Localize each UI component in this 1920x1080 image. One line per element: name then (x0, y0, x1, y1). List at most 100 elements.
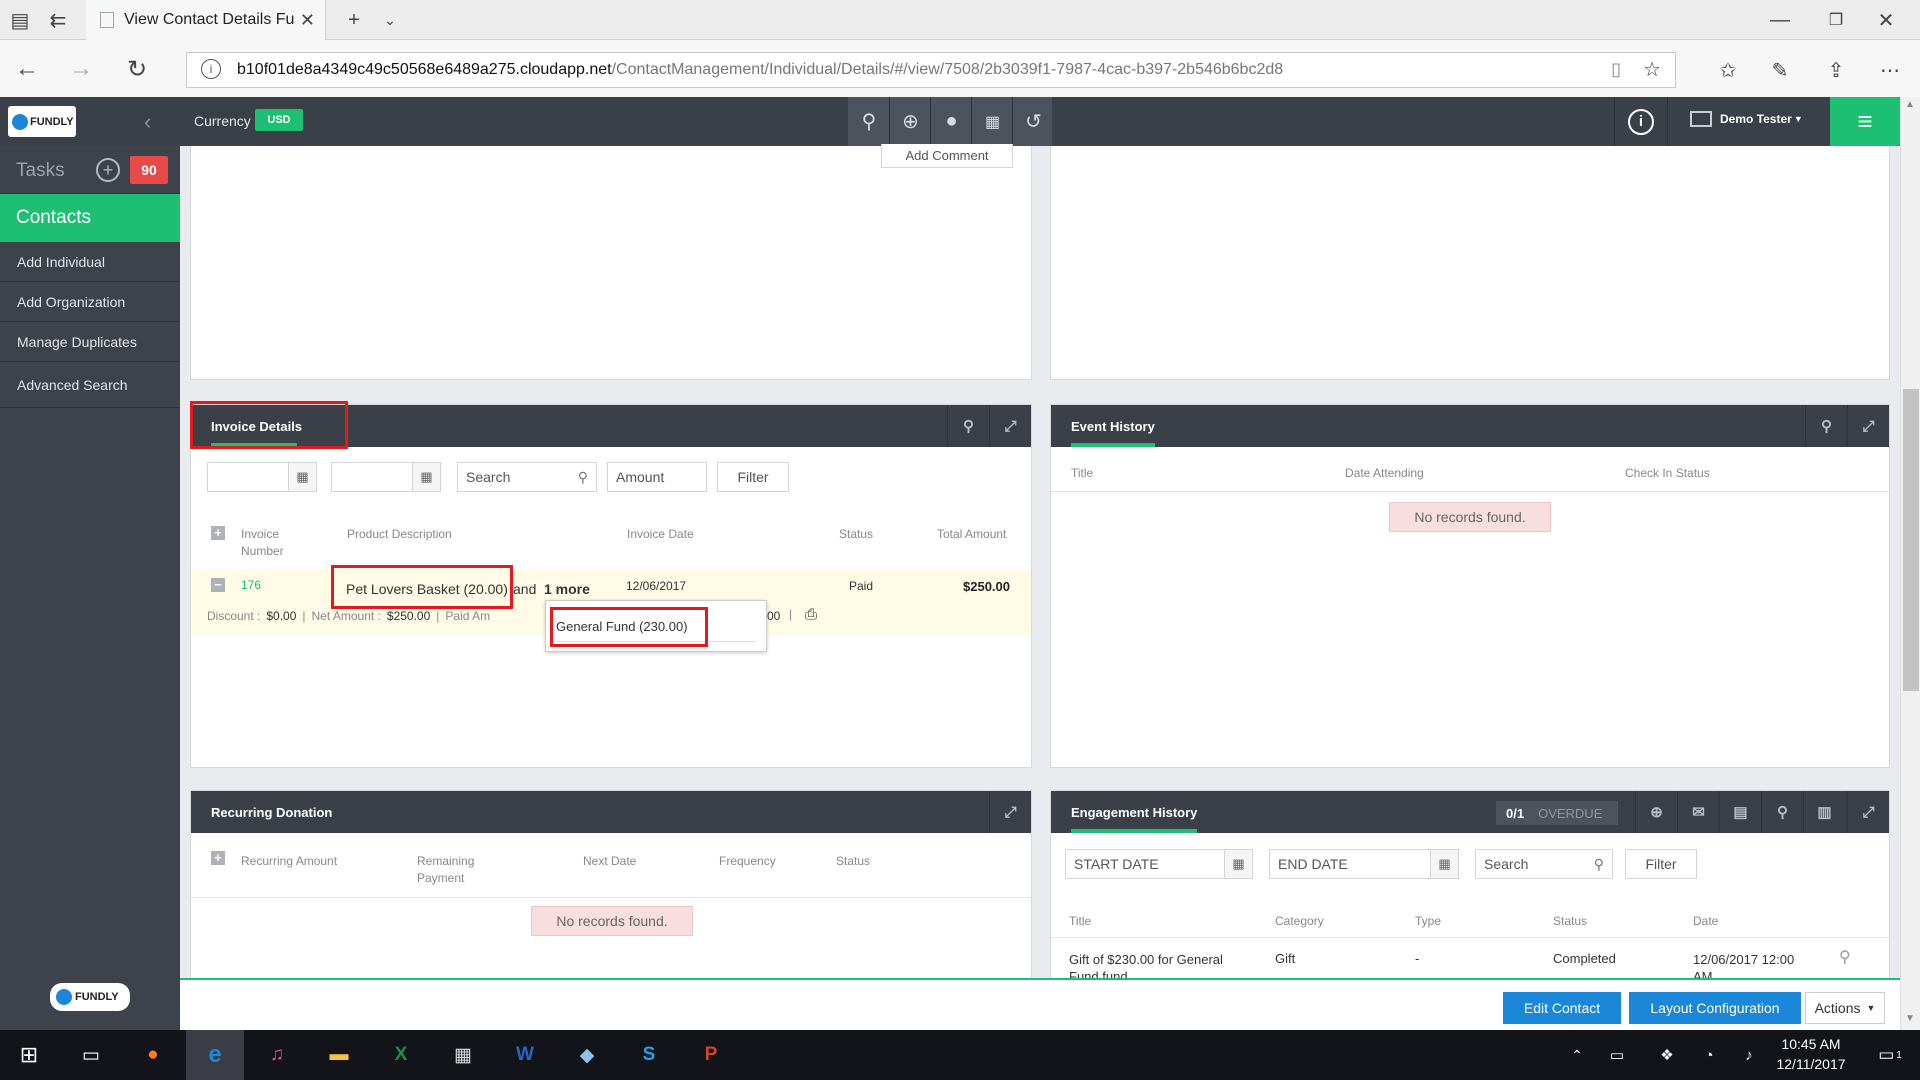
more-menu-icon[interactable]: ⋯ (1872, 54, 1908, 86)
scroll-up-icon[interactable]: ▲ (1905, 99, 1915, 110)
fundly-logo[interactable]: FUNDLY (8, 106, 76, 137)
add-engagement-icon[interactable]: ⊕ (1635, 791, 1677, 833)
reading-view-icon[interactable]: ▯ (1611, 59, 1621, 80)
collapse-sidebar-chevron-icon[interactable]: ‹ (144, 109, 151, 135)
favorite-star-icon[interactable]: ☆ (1643, 57, 1661, 82)
volume-icon[interactable]: ♪ (1732, 1030, 1766, 1080)
browser-tab[interactable]: View Contact Details Fu ✕ (86, 0, 326, 40)
excel-icon[interactable]: X (372, 1030, 430, 1080)
invoice-end-calendar-icon[interactable]: ▦ (413, 462, 441, 492)
share-icon[interactable]: ⇪ (1818, 54, 1854, 86)
more-products-link[interactable]: 1 more (544, 581, 590, 597)
event-search-icon[interactable]: ⚲ (1805, 405, 1847, 447)
scroll-down-icon[interactable]: ▼ (1905, 1013, 1915, 1024)
history-icon[interactable]: ↺ (1012, 97, 1054, 146)
system-clock[interactable]: 10:45 AM 12/11/2017 (1770, 1034, 1852, 1074)
engagement-search-input[interactable]: Search ⚲ (1475, 849, 1613, 879)
skype-icon[interactable]: S (620, 1030, 678, 1080)
add-circle-icon[interactable]: ⊕ (889, 97, 931, 146)
window-close-icon[interactable]: ✕ (1866, 6, 1906, 34)
edit-contact-button[interactable]: Edit Contact (1503, 992, 1621, 1024)
engagement-expand-icon[interactable]: ⤢ (1847, 791, 1889, 833)
event-history-panel: Event History ⚲ ⤢ Title Date Attending C… (1050, 404, 1890, 768)
restore-icon[interactable]: ❐ (1816, 6, 1856, 34)
invoice-number-link[interactable]: 176 (241, 578, 261, 592)
end-date-calendar-icon[interactable]: ▦ (1431, 849, 1459, 879)
windows-start-icon[interactable]: ⊞ (0, 1030, 58, 1080)
event-expand-icon[interactable]: ⤢ (1847, 405, 1889, 447)
action-center-icon[interactable]: ▭ 1 (1866, 1030, 1914, 1080)
sidebar-item-add-individual[interactable]: Add Individual (0, 242, 180, 282)
invoice-start-calendar-icon[interactable]: ▦ (289, 462, 317, 492)
engagement-view-icon[interactable]: ⚲ (1839, 947, 1851, 967)
info-button[interactable]: i (1614, 97, 1668, 146)
sidebar-item-advanced-search[interactable]: Advanced Search (0, 362, 180, 408)
notes-app-icon[interactable]: ◆ (558, 1030, 616, 1080)
sidebar-item-manage-duplicates[interactable]: Manage Duplicates (0, 322, 180, 362)
task-view-icon[interactable]: ▭ (62, 1030, 120, 1080)
tasks-count-badge[interactable]: 90 (130, 156, 168, 184)
calculator-icon[interactable]: ▦ (434, 1030, 492, 1080)
add-comment-button[interactable]: Add Comment (881, 144, 1013, 168)
wifi-icon[interactable]: ◔ (1692, 1030, 1726, 1080)
email-icon[interactable]: ✉ (1677, 791, 1719, 833)
person-icon[interactable]: ● (930, 97, 972, 146)
refresh-icon[interactable]: ↻ (120, 54, 154, 84)
pen-notes-icon[interactable]: ✎ (1762, 54, 1798, 86)
collapse-row-icon[interactable]: − (211, 578, 225, 592)
back-arrow-icon[interactable]: ← (10, 54, 44, 84)
forward-arrow-icon[interactable]: → (64, 54, 98, 84)
show-hidden-icons-chevron-icon[interactable]: ⌃ (1560, 1030, 1594, 1080)
start-date-calendar-icon[interactable]: ▦ (1225, 849, 1253, 879)
user-menu[interactable]: Demo Tester ▼ (1690, 111, 1803, 127)
tax-document-icon[interactable]: ▦ (971, 97, 1013, 146)
search-icon[interactable]: ⚲ (848, 97, 890, 146)
currency-badge[interactable]: USD (255, 109, 303, 131)
recurring-expand-all-icon[interactable]: + (211, 851, 225, 865)
expand-all-icon[interactable]: + (211, 526, 225, 540)
sidebar-footer-logo: FUNDLY (50, 983, 130, 1011)
recurring-expand-icon[interactable]: ⤢ (989, 791, 1031, 833)
overdue-badge[interactable]: 0/1 OVERDUE (1496, 801, 1618, 825)
document-icon[interactable]: ▤ (1719, 791, 1761, 833)
tabs-aside-icon[interactable]: ⇇ (44, 8, 72, 32)
actions-dropdown[interactable]: Actions ▼ (1805, 992, 1885, 1024)
favorites-hub-icon[interactable]: ✩ (1710, 54, 1746, 86)
invoice-end-date-input[interactable] (331, 462, 413, 492)
url-field[interactable]: i b10f01de8a4349c49c50568e6489a275.cloud… (186, 52, 1676, 88)
word-icon[interactable]: W (496, 1030, 554, 1080)
invoice-search-icon[interactable]: ⚲ (947, 405, 989, 447)
powerpoint-icon[interactable]: P (682, 1030, 740, 1080)
add-task-icon[interactable]: + (96, 158, 120, 182)
file-explorer-icon[interactable]: ▬ (310, 1030, 368, 1080)
sidebar-item-contacts[interactable]: Contacts (0, 194, 180, 242)
dropbox-icon[interactable]: ❖ (1650, 1030, 1684, 1080)
tab-list-chevron-icon[interactable]: ⌄ (376, 8, 404, 32)
invoice-start-date-input[interactable] (207, 462, 289, 492)
engagement-search-icon[interactable]: ⚲ (1761, 791, 1803, 833)
invoice-search-input[interactable]: Search ⚲ (457, 462, 597, 492)
invoice-expand-icon[interactable]: ⤢ (989, 405, 1031, 447)
chart-icon[interactable]: ▥ (1803, 791, 1845, 833)
layout-configuration-button[interactable]: Layout Configuration (1629, 992, 1801, 1024)
end-date-input[interactable]: END DATE (1269, 849, 1431, 879)
scrollbar-thumb[interactable] (1903, 389, 1919, 691)
engagement-filter-button[interactable]: Filter (1625, 849, 1697, 879)
invoice-amount-input[interactable]: Amount (607, 462, 707, 492)
site-info-icon[interactable]: i (201, 59, 221, 79)
firefox-icon[interactable]: ● (124, 1030, 182, 1080)
tab-manager-icon[interactable]: ▤ (6, 8, 34, 32)
itunes-icon[interactable]: ♫ (248, 1030, 306, 1080)
sidebar-item-add-organization[interactable]: Add Organization (0, 282, 180, 322)
close-tab-icon[interactable]: ✕ (300, 10, 315, 31)
print-icon[interactable]: ⎙ (805, 606, 817, 623)
start-date-input[interactable]: START DATE (1065, 849, 1225, 879)
hamburger-menu-icon[interactable]: ≡ (1830, 97, 1900, 146)
page-scrollbar[interactable]: ▲ ▼ (1900, 97, 1920, 1030)
minimize-icon[interactable]: — (1760, 6, 1800, 34)
invoice-filter-button[interactable]: Filter (717, 462, 789, 492)
new-tab-icon[interactable]: + (340, 8, 368, 32)
edge-icon[interactable]: e (186, 1030, 244, 1080)
battery-icon[interactable]: ▭ (1600, 1030, 1634, 1080)
tasks-row[interactable]: Tasks + 90 (0, 146, 180, 194)
